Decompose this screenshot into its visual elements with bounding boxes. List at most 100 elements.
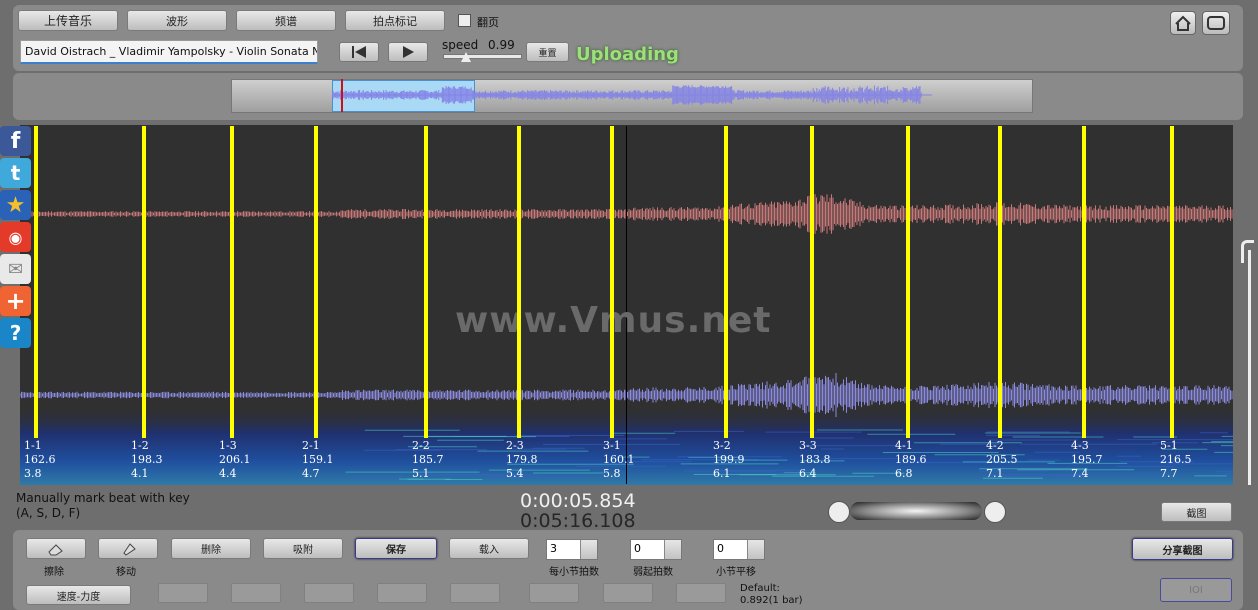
pickup-label: 弱起拍数 <box>633 567 673 578</box>
disabled-stepper <box>304 583 354 603</box>
beat-tempo: 185.7 <box>412 453 444 466</box>
upload-music-button[interactable]: 上传音乐 <box>18 10 118 31</box>
beats-per-bar-label: 每小节拍数 <box>549 567 599 578</box>
bar-offset-value: 0 <box>717 542 724 555</box>
beat-marker-line[interactable] <box>1170 126 1174 438</box>
beat-label: 3-2 <box>713 439 731 452</box>
beat-marker-line[interactable] <box>142 126 146 438</box>
beat-marker-line[interactable] <box>424 126 428 438</box>
beat-time: 3.8 <box>24 467 42 480</box>
beat-time: 4.4 <box>219 467 237 480</box>
beats-per-bar-value: 3 <box>550 542 557 555</box>
add-icon[interactable]: + <box>0 286 31 316</box>
beat-tempo: 199.9 <box>713 453 745 466</box>
eraser-icon <box>48 543 63 555</box>
share-screenshot-button[interactable]: 分享截图 <box>1132 538 1233 560</box>
beat-marker-line[interactable] <box>1082 126 1086 438</box>
beat-label: 3-1 <box>603 439 621 452</box>
pickup-value: 0 <box>634 542 641 555</box>
move-button[interactable] <box>98 538 158 559</box>
spectrum-button[interactable]: 频谱 <box>236 10 336 31</box>
disabled-stepper <box>158 583 208 603</box>
star-icon[interactable]: ★ <box>0 190 31 220</box>
save-button[interactable]: 保存 <box>355 538 437 559</box>
home-icon[interactable] <box>1170 11 1196 35</box>
twitter-icon[interactable]: t <box>0 158 31 188</box>
total-time: 0:05:16.108 <box>520 510 636 532</box>
beat-label: 4-1 <box>895 439 913 452</box>
volume-control[interactable] <box>828 499 1006 523</box>
beat-label: 2-1 <box>302 439 320 452</box>
beat-label: 2-2 <box>412 439 430 452</box>
disabled-stepper <box>231 583 281 603</box>
beat-marker-line[interactable] <box>610 126 614 438</box>
beat-mark-button[interactable]: 拍点标记 <box>345 10 445 31</box>
waveform-button[interactable]: 波形 <box>127 10 227 31</box>
beat-tempo: 216.5 <box>1160 453 1192 466</box>
beat-time: 7.7 <box>1160 467 1178 480</box>
beat-marker-line[interactable] <box>906 126 910 438</box>
disabled-stepper <box>529 583 579 603</box>
beat-time: 6.8 <box>895 467 913 480</box>
beats-per-bar-stepper[interactable]: 3 <box>546 539 598 560</box>
stepper-arrows-icon[interactable] <box>664 540 681 559</box>
beat-key-hint-keys: (A, S, D, F) <box>16 506 81 520</box>
beat-label: 2-3 <box>506 439 524 452</box>
load-button[interactable]: 载入 <box>449 538 529 559</box>
play-button[interactable] <box>388 42 428 62</box>
beat-time: 4.1 <box>131 467 149 480</box>
screenshot-button[interactable]: 截图 <box>1161 502 1232 522</box>
speed-slider[interactable] <box>443 54 522 59</box>
snap-button[interactable]: 吸附 <box>263 538 343 559</box>
scroll-track <box>1248 250 1251 485</box>
beat-marker-line[interactable] <box>517 126 521 438</box>
rewind-button[interactable] <box>339 42 379 62</box>
stepper-arrows-icon[interactable] <box>747 540 764 559</box>
move-label: 移动 <box>116 567 136 578</box>
beat-marker-line[interactable] <box>230 126 234 438</box>
beat-tempo: 162.6 <box>24 453 56 466</box>
facebook-icon[interactable]: f <box>0 126 31 156</box>
beat-label: 4-3 <box>1071 439 1089 452</box>
beat-marker-line[interactable] <box>724 126 728 438</box>
flip-page-checkbox[interactable] <box>458 14 471 27</box>
beat-label: 1-1 <box>24 439 42 452</box>
ioi-button[interactable]: IOI <box>1160 578 1232 602</box>
beat-tempo: 160.1 <box>603 453 635 466</box>
mail-icon[interactable]: ✉ <box>0 254 31 284</box>
beat-label: 4-2 <box>986 439 1004 452</box>
beat-time: 5.4 <box>506 467 524 480</box>
help-icon[interactable]: ? <box>0 318 31 348</box>
beat-marker-line[interactable] <box>810 126 814 438</box>
beat-time: 6.4 <box>799 467 817 480</box>
overview-playhead[interactable] <box>341 79 343 112</box>
beat-label: 3-3 <box>799 439 817 452</box>
beat-time: 4.7 <box>302 467 320 480</box>
pickup-stepper[interactable]: 0 <box>630 539 682 560</box>
speed-value: 0.99 <box>488 38 515 52</box>
weibo-icon[interactable]: ◉ <box>0 222 31 252</box>
reset-speed-button[interactable]: 重置 <box>526 42 569 62</box>
speed-slider-thumb[interactable] <box>461 52 471 62</box>
beat-key-hint: Manually mark beat with key <box>16 491 190 505</box>
beat-marker-line[interactable] <box>998 126 1002 438</box>
stepper-arrows-icon[interactable] <box>580 540 597 559</box>
tempo-dynamics-button[interactable]: 速度-力度 <box>26 585 131 605</box>
fullscreen-icon[interactable] <box>1202 11 1230 35</box>
beat-marker-line[interactable] <box>314 126 318 438</box>
bar-offset-stepper[interactable]: 0 <box>713 539 765 560</box>
disabled-stepper <box>676 583 726 603</box>
beat-label: 1-3 <box>219 439 237 452</box>
track-title-field[interactable]: David Oistrach _ Vladimir Yampolsky - Vi… <box>20 40 318 64</box>
disabled-stepper <box>603 583 653 603</box>
beat-tempo: 195.7 <box>1071 453 1103 466</box>
delete-button[interactable]: 删除 <box>171 538 251 559</box>
beat-time: 5.1 <box>412 467 430 480</box>
beat-label: 5-1 <box>1160 439 1178 452</box>
beat-marker-line[interactable] <box>34 126 38 438</box>
current-time: 0:00:05.854 <box>520 490 636 512</box>
erase-button[interactable] <box>26 538 86 559</box>
beat-time: 5.8 <box>603 467 621 480</box>
upload-status: Uploading <box>576 44 679 65</box>
disabled-stepper <box>450 583 500 603</box>
